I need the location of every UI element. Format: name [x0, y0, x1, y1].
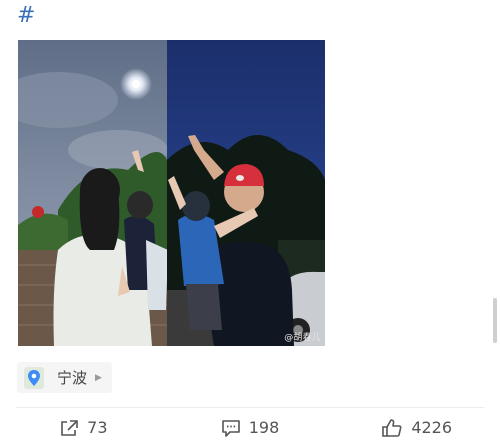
photo-collage: [18, 40, 325, 346]
hashtag[interactable]: #: [17, 3, 35, 29]
like-count: 4226: [411, 418, 453, 437]
repost-count: 73: [87, 418, 108, 437]
divider: [16, 407, 484, 408]
comment-count: 198: [248, 418, 280, 437]
action-bar: 73 198 4226: [0, 414, 500, 441]
location-pin-icon: [23, 366, 45, 389]
left-photo-panel: [18, 40, 168, 346]
thumbs-up-icon: [382, 418, 402, 437]
location-chip[interactable]: 宁波 ▶: [17, 362, 112, 393]
photo-watermark: @胡春儿: [284, 333, 321, 343]
comment-icon: [221, 419, 240, 437]
scrollbar[interactable]: [493, 298, 497, 343]
like-button[interactable]: 4226: [333, 418, 500, 438]
chevron-right-icon: ▶: [95, 372, 102, 383]
location-label: 宁波: [57, 369, 88, 387]
share-icon: [61, 419, 78, 436]
right-photo-panel: [167, 40, 325, 346]
comment-button[interactable]: 198: [167, 418, 334, 437]
repost-button[interactable]: 73: [0, 418, 167, 437]
post-photo[interactable]: @胡春儿: [18, 40, 325, 346]
